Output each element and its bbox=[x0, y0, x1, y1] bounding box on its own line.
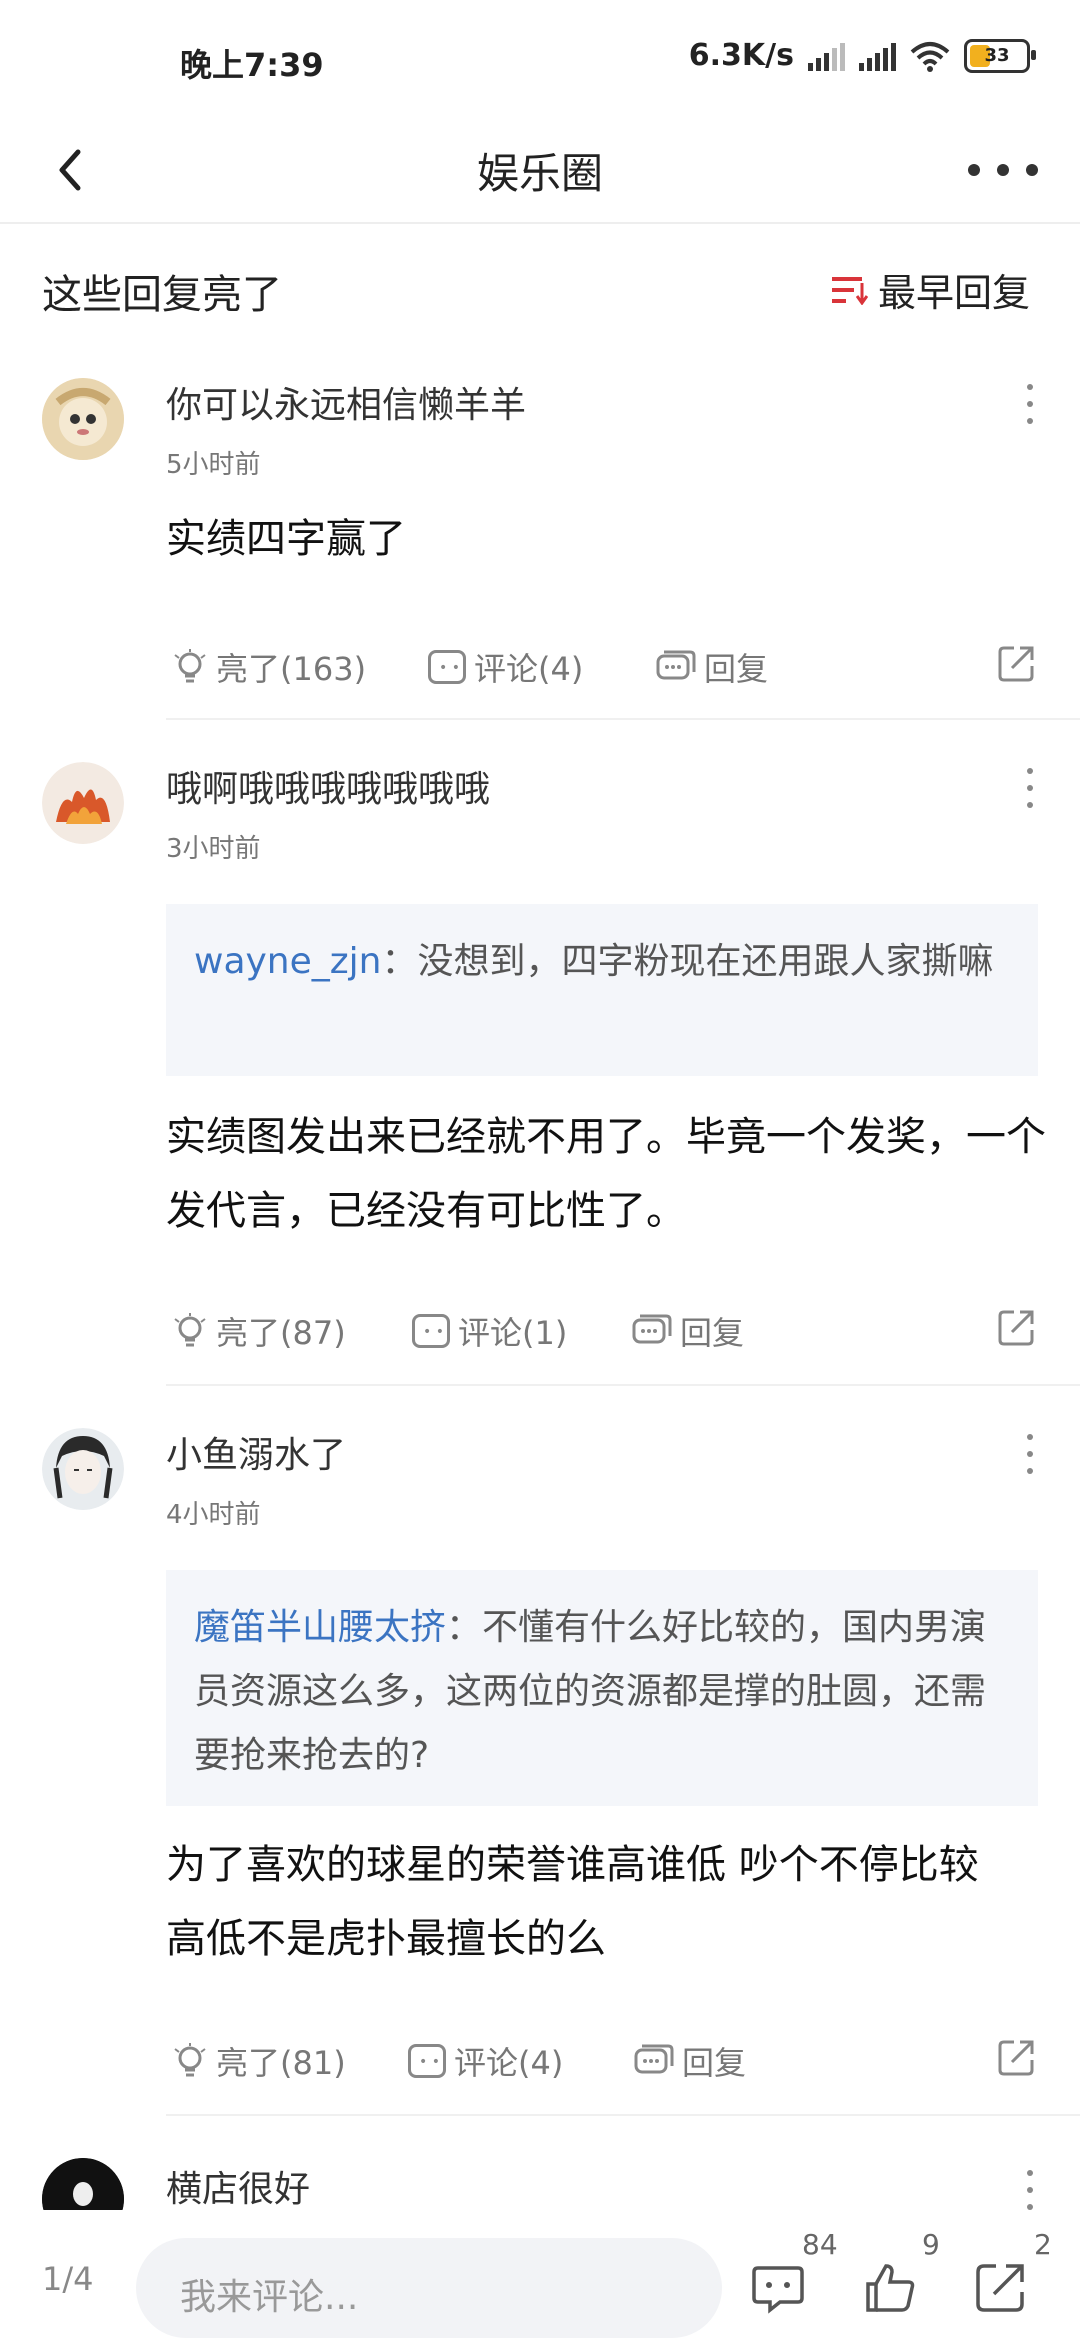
reply-button[interactable]: 回复 bbox=[632, 1308, 744, 1354]
post-time: 3小时前 bbox=[166, 834, 261, 864]
share-button[interactable] bbox=[996, 1308, 1036, 1348]
section-title: 这些回复亮了 bbox=[42, 272, 282, 318]
battery-level: 33 bbox=[984, 45, 1010, 66]
more-dot-icon bbox=[968, 164, 980, 176]
nav-bar: 娱乐圈 bbox=[0, 120, 1080, 224]
reply-body: 为了喜欢的球星的荣誉谁高谁低 吵个不停比较高低不是虎扑最擅长的么 bbox=[166, 1842, 979, 1962]
share-icon bbox=[998, 2040, 1034, 2076]
comment-input[interactable]: 我来评论... bbox=[136, 2238, 722, 2338]
share-button[interactable] bbox=[996, 644, 1036, 684]
lightbulb-icon bbox=[174, 2043, 206, 2077]
username[interactable]: 你可以永远相信懒羊羊 bbox=[166, 376, 526, 428]
divider bbox=[166, 718, 1080, 720]
like-button[interactable]: 亮了(87) bbox=[172, 1308, 346, 1354]
reply-label: 回复 bbox=[680, 1314, 745, 1352]
reply-post: 小鱼溺水了 4小时前 魔笛半山腰太挤：不懂有什么好比较的，国内男演员资源这么多，… bbox=[0, 1388, 1080, 2118]
post-actions: 亮了(87) • • 评论(1) 回复 bbox=[166, 1308, 1040, 1368]
sort-button[interactable]: 最早回复 bbox=[831, 262, 1030, 317]
like-post-button[interactable] bbox=[862, 2260, 918, 2316]
comment-button[interactable]: • • 评论(4) bbox=[408, 2038, 563, 2084]
post-menu-button[interactable] bbox=[1020, 768, 1040, 808]
post-time: 4小时前 bbox=[166, 1500, 261, 1530]
reply-button[interactable]: 回复 bbox=[656, 644, 768, 690]
quoted-reply: 魔笛半山腰太挤：不懂有什么好比较的，国内男演员资源这么多，这两位的资源都是撑的肚… bbox=[166, 1570, 1038, 1806]
avatar[interactable] bbox=[42, 1428, 124, 1510]
post-menu-button[interactable] bbox=[1020, 1434, 1040, 1474]
post-actions: 亮了(81) • • 评论(4) 回复 bbox=[166, 2038, 1040, 2098]
page-indicator[interactable]: 1/4 bbox=[42, 2260, 94, 2298]
likes-count: 9 bbox=[922, 2228, 940, 2261]
like-count: 亮了(81) bbox=[216, 2044, 346, 2082]
username[interactable]: 哦啊哦哦哦哦哦哦哦 bbox=[166, 760, 490, 812]
more-dot-icon bbox=[997, 164, 1009, 176]
quoted-text: ：没想到，四字粉现在还用跟人家撕嘛 bbox=[381, 941, 994, 982]
comments-button[interactable] bbox=[750, 2260, 806, 2316]
like-count: 亮了(87) bbox=[216, 1314, 346, 1352]
lightbulb-icon bbox=[174, 649, 206, 683]
comment-icon: • • bbox=[408, 2044, 446, 2078]
battery-icon: 33 bbox=[964, 38, 1036, 73]
comment-icon: • • bbox=[412, 1314, 450, 1348]
like-count: 亮了(163) bbox=[216, 650, 367, 688]
like-button[interactable]: 亮了(163) bbox=[172, 644, 366, 690]
shares-count: 2 bbox=[1034, 2228, 1052, 2261]
reply-label: 回复 bbox=[682, 2044, 747, 2082]
post-time: 5小时前 bbox=[166, 450, 261, 480]
post-actions: 亮了(163) • • 评论(4) 回复 bbox=[166, 644, 1040, 704]
comment-input-placeholder: 我来评论... bbox=[180, 2277, 359, 2318]
status-bar: 晚上7:39 6.3K/s 33 bbox=[0, 0, 1080, 120]
share-icon bbox=[998, 646, 1034, 682]
share-post-button[interactable] bbox=[972, 2260, 1028, 2316]
thumbs-up-icon bbox=[866, 2264, 915, 2312]
comment-count: 评论(1) bbox=[458, 1314, 568, 1352]
reply-body: 实绩四字赢了 bbox=[166, 516, 406, 562]
share-icon bbox=[976, 2264, 1024, 2312]
share-icon bbox=[998, 1310, 1034, 1346]
reply-button[interactable]: 回复 bbox=[634, 2038, 746, 2084]
status-indicators: 6.3K/s 33 bbox=[688, 38, 1036, 73]
more-options-button[interactable] bbox=[968, 145, 1038, 195]
comment-count: 评论(4) bbox=[454, 2044, 564, 2082]
reply-icon bbox=[632, 1314, 672, 1344]
comment-bubble-icon bbox=[752, 2266, 804, 2314]
section-header: 这些回复亮了 最早回复 bbox=[0, 222, 1080, 352]
post-menu-button[interactable] bbox=[1020, 2170, 1040, 2210]
reply-post: 横店很好 bbox=[0, 2118, 1080, 2210]
reply-label: 回复 bbox=[704, 650, 769, 688]
bottom-bar: 1/4 我来评论... 84 9 2 bbox=[0, 2210, 1080, 2340]
network-speed: 6.3K/s bbox=[688, 38, 794, 73]
reply-icon bbox=[656, 650, 696, 680]
avatar[interactable] bbox=[42, 2158, 124, 2210]
comment-icon: • • bbox=[428, 650, 466, 684]
username[interactable]: 小鱼溺水了 bbox=[166, 1426, 346, 1478]
lightbulb-icon bbox=[174, 1313, 206, 1347]
comment-count: 评论(4) bbox=[474, 650, 584, 688]
quoted-username[interactable]: wayne_zjn bbox=[194, 941, 382, 982]
avatar[interactable] bbox=[42, 762, 124, 844]
divider bbox=[166, 1384, 1080, 1386]
comments-count: 84 bbox=[802, 2228, 838, 2261]
reply-post: 你可以永远相信懒羊羊 5小时前 实绩四字赢了 亮了(163) • • 评论(4)… bbox=[0, 352, 1080, 722]
reply-post: 哦啊哦哦哦哦哦哦哦 3小时前 wayne_zjn：没想到，四字粉现在还用跟人家撕… bbox=[0, 722, 1080, 1388]
comment-button[interactable]: • • 评论(4) bbox=[428, 644, 583, 690]
signal-hd-icon bbox=[859, 41, 896, 71]
like-button[interactable]: 亮了(81) bbox=[172, 2038, 346, 2084]
wifi-icon bbox=[910, 41, 950, 72]
more-dot-icon bbox=[1026, 164, 1038, 176]
quoted-reply: wayne_zjn：没想到，四字粉现在还用跟人家撕嘛 bbox=[166, 904, 1038, 1076]
username[interactable]: 横店很好 bbox=[166, 2160, 310, 2210]
share-button[interactable] bbox=[996, 2038, 1036, 2078]
avatar[interactable] bbox=[42, 378, 124, 460]
sort-label: 最早回复 bbox=[877, 271, 1030, 315]
comment-button[interactable]: • • 评论(1) bbox=[412, 1308, 567, 1354]
divider bbox=[166, 2114, 1080, 2116]
quoted-username[interactable]: 魔笛半山腰太挤 bbox=[194, 1607, 446, 1648]
status-time: 晚上7:39 bbox=[180, 46, 324, 84]
sort-icon bbox=[831, 275, 868, 305]
post-menu-button[interactable] bbox=[1020, 384, 1040, 424]
reply-icon bbox=[634, 2044, 674, 2074]
page-title: 娱乐圈 bbox=[476, 149, 603, 198]
reply-body: 实绩图发出来已经就不用了。毕竟一个发奖，一个发代言，已经没有可比性了。 bbox=[166, 1114, 1046, 1234]
signal-1-icon bbox=[808, 41, 845, 71]
